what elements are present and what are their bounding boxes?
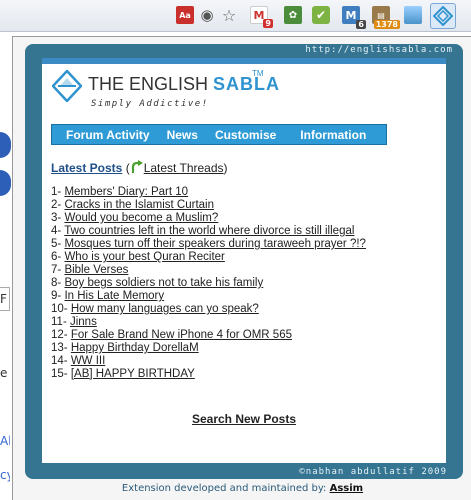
background-shape <box>0 170 11 196</box>
m-icon[interactable]: M 6 <box>342 6 366 29</box>
post-link[interactable]: WW III <box>71 355 106 367</box>
latest-threads-link[interactable]: Latest Threads <box>144 161 224 175</box>
extension-popup: http://englishsabla.com THE ENGLISH SABL… <box>12 36 471 500</box>
post-link[interactable]: Two countries left in the world where di… <box>64 225 354 237</box>
nav-news[interactable]: News <box>167 128 198 142</box>
post-link[interactable]: Mosques turn off their speakers during t… <box>64 238 366 250</box>
post-link[interactable]: Cracks in the Islamist Curtain <box>64 199 214 211</box>
post-link[interactable]: In His Late Memory <box>64 290 164 302</box>
background-link: cy <box>0 468 10 482</box>
feedly-icon[interactable]: ✔ <box>312 6 330 24</box>
sabla-diamond-icon <box>433 6 453 26</box>
post-number: 15- <box>51 368 68 380</box>
browser-toolbar: Aa ◉ ☆ M 9 ✿ ✔ M 6 ▤ 1378 <box>0 0 471 32</box>
gmail-badge: 9 <box>263 19 273 28</box>
post-link[interactable]: [AB] HAPPY BIRTHDAY <box>71 368 195 380</box>
list-item: 5- Mosques turn off their speakers durin… <box>51 238 396 251</box>
reader-badge: 1378 <box>373 20 400 29</box>
site-url: http://englishsabla.com <box>305 45 453 55</box>
post-link[interactable]: Who is your best Quran Reciter <box>64 251 224 263</box>
post-number: 3- <box>51 212 62 224</box>
logo-name-plain: THE ENGLISH <box>88 74 214 94</box>
sabla-logo-icon <box>52 70 82 102</box>
post-number: 9- <box>51 290 62 302</box>
list-item: 10- How many languages can yo speak? <box>51 303 396 316</box>
latest-posts-title[interactable]: Latest Posts <box>51 161 122 175</box>
nav-bar: Forum Activity News Customise Informatio… <box>51 124 387 145</box>
post-number: 10- <box>51 303 68 315</box>
post-number: 1- <box>51 186 62 198</box>
post-number: 7- <box>51 264 62 276</box>
search-new-posts-link[interactable]: Search New Posts <box>42 412 446 426</box>
post-number: 4- <box>51 225 62 237</box>
copyright-text: ©nabhan abdullatif 2009 <box>299 467 447 477</box>
paren-close: ) <box>223 161 228 175</box>
top-strip <box>42 58 446 64</box>
list-item: 3- Would you become a Muslim? <box>51 212 396 225</box>
post-link[interactable]: Members' Diary: Part 10 <box>64 186 188 198</box>
background-field: F <box>0 287 10 311</box>
post-number: 13- <box>51 342 68 354</box>
post-number: 2- <box>51 199 62 211</box>
popup-frame: http://englishsabla.com THE ENGLISH SABL… <box>25 44 463 479</box>
nav-information[interactable]: Information <box>300 128 366 142</box>
nav-forum-activity[interactable]: Forum Activity <box>66 128 150 142</box>
list-item: 1- Members' Diary: Part 10 <box>51 186 396 199</box>
dictionary-icon[interactable]: Aa <box>176 6 194 24</box>
english-sabla-icon[interactable] <box>430 3 456 29</box>
list-item: 7- Bible Verses <box>51 264 396 277</box>
post-number: 5- <box>51 238 62 250</box>
list-item: 9- In His Late Memory <box>51 290 396 303</box>
bulb-icon[interactable]: ◉ <box>198 6 216 24</box>
list-item: 12- For Sale Brand New iPhone 4 for OMR … <box>51 329 396 342</box>
author-link[interactable]: Assim <box>330 483 364 494</box>
logo-name-accent: SABLA <box>213 74 281 94</box>
footer-text: Extension developed and maintained by: <box>121 483 330 494</box>
nav-customise[interactable]: Customise <box>215 128 276 142</box>
background-text: e <box>0 366 8 380</box>
post-link[interactable]: Boy begs soldiers not to take his family <box>64 277 263 289</box>
list-item: 15- [AB] HAPPY BIRTHDAY <box>51 368 396 381</box>
post-number: 12- <box>51 329 68 341</box>
reader-icon[interactable]: ▤ 1378 <box>372 6 400 29</box>
background-link: Ab <box>0 434 10 448</box>
post-link[interactable]: Bible Verses <box>64 264 128 276</box>
post-number: 11- <box>51 316 67 328</box>
puzzle-icon[interactable]: ✿ <box>284 6 302 24</box>
post-link[interactable]: How many languages can yo speak? <box>71 303 259 315</box>
background-shape <box>0 132 11 158</box>
post-number: 8- <box>51 277 62 289</box>
curved-arrow-icon <box>131 160 143 173</box>
post-link[interactable]: Happy Birthday DorellaM <box>71 342 199 354</box>
m-badge: 6 <box>356 20 366 29</box>
star-icon[interactable]: ☆ <box>220 6 238 25</box>
reader-glyph: ▤ <box>377 10 385 20</box>
list-item: 2- Cracks in the Islamist Curtain <box>51 199 396 212</box>
picture-icon[interactable] <box>404 6 422 24</box>
popup-footer: Extension developed and maintained by: A… <box>13 483 471 494</box>
post-number: 6- <box>51 251 62 263</box>
latest-header: Latest Posts ( Latest Threads) <box>51 160 228 175</box>
logo-tagline: Simply Addictive! <box>91 99 209 109</box>
post-list: 1- Members' Diary: Part 10 2- Cracks in … <box>51 186 396 381</box>
list-item: 13- Happy Birthday DorellaM <box>51 342 396 355</box>
list-item: 14- WW III <box>51 355 396 368</box>
list-item: 6- Who is your best Quran Reciter <box>51 251 396 264</box>
popup-content: THE ENGLISH SABLA TM Simply Addictive! F… <box>42 58 446 463</box>
post-link[interactable]: Would you become a Muslim? <box>64 212 218 224</box>
gmail-icon[interactable]: M 9 <box>250 6 273 28</box>
trademark: TM <box>252 69 264 78</box>
post-link[interactable]: For Sale Brand New iPhone 4 for OMR 565 <box>71 329 292 341</box>
post-link[interactable]: Jinns <box>70 316 97 328</box>
list-item: 4- Two countries left in the world where… <box>51 225 396 238</box>
list-item: 8- Boy begs soldiers not to take his fam… <box>51 277 396 290</box>
m-glyph: M <box>345 8 357 22</box>
post-number: 14- <box>51 355 68 367</box>
list-item: 11- Jinns <box>51 316 396 329</box>
